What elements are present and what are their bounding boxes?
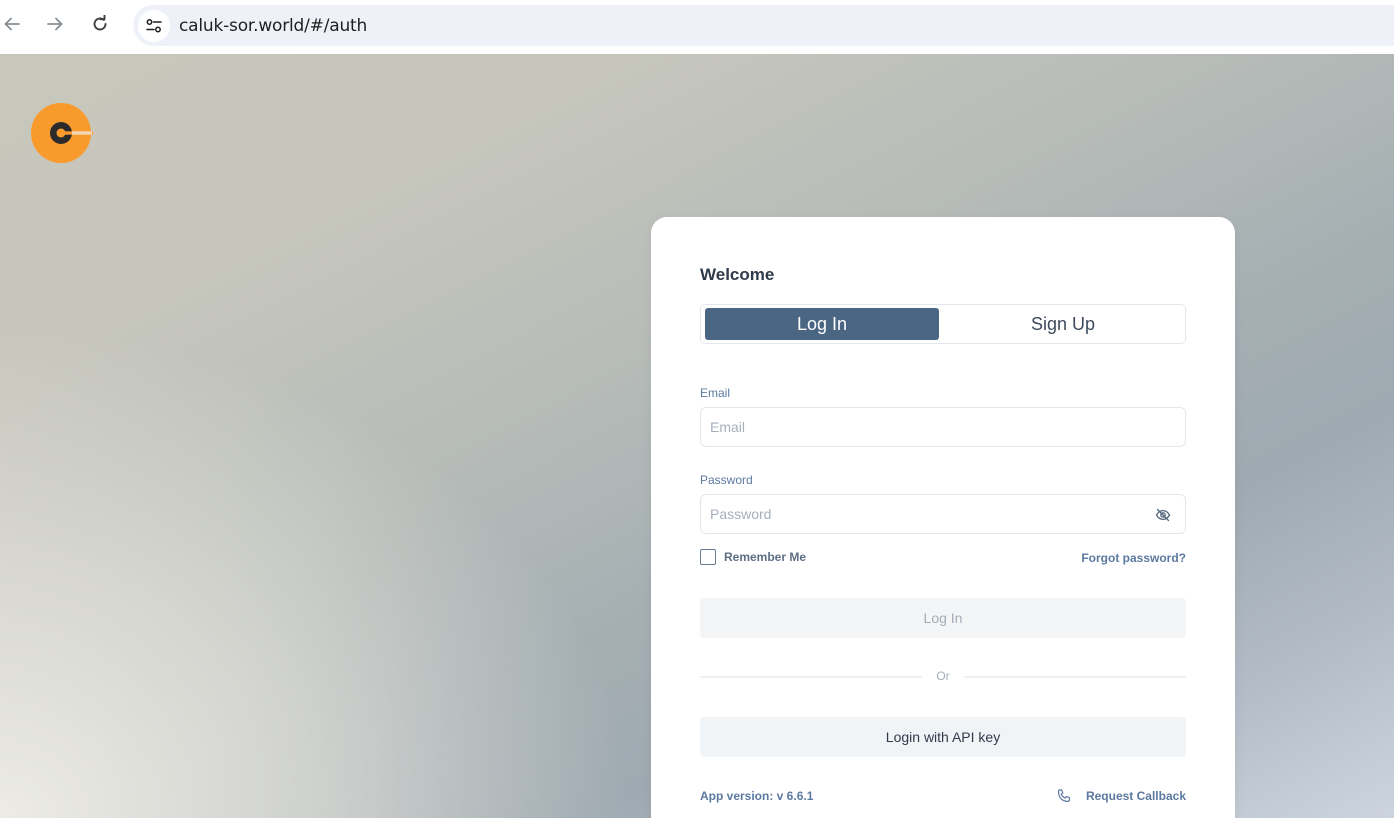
login-with-api-key-button[interactable]: Login with API key <box>700 717 1186 757</box>
remember-me-checkbox[interactable] <box>700 549 716 565</box>
tab-sign-up[interactable]: Sign Up <box>943 308 1183 340</box>
site-settings-button[interactable] <box>138 9 170 42</box>
back-button[interactable] <box>0 8 28 40</box>
log-in-button[interactable]: Log In <box>700 598 1186 638</box>
eye-off-icon[interactable] <box>1155 507 1171 523</box>
password-field[interactable]: Password <box>700 494 1186 534</box>
remember-me-label: Remember Me <box>724 550 807 564</box>
forward-button[interactable] <box>39 8 71 40</box>
app-version: App version: v 6.6.1 <box>700 789 814 803</box>
remember-me[interactable]: Remember Me <box>700 549 806 565</box>
password-placeholder: Password <box>710 506 772 522</box>
login-card: Welcome Log In Sign Up Email Email Passw… <box>651 217 1235 818</box>
back-arrow-icon <box>4 17 20 31</box>
phone-icon <box>1057 789 1071 803</box>
or-divider: Or <box>700 667 1186 687</box>
browser-toolbar: caluk-sor.world/#/auth <box>0 0 1394 54</box>
password-label: Password <box>700 473 753 487</box>
brand-logo <box>31 103 93 163</box>
request-callback-link[interactable]: Request Callback <box>1056 788 1186 804</box>
url-text[interactable]: caluk-sor.world/#/auth <box>179 16 367 36</box>
email-label: Email <box>700 386 731 400</box>
reload-icon <box>93 15 107 31</box>
email-placeholder: Email <box>710 419 746 435</box>
request-callback-label: Request Callback <box>1085 789 1186 803</box>
forgot-password-link[interactable]: Forgot password? <box>1081 551 1186 565</box>
site-settings-icon <box>146 18 162 32</box>
address-bar[interactable]: caluk-sor.world/#/auth <box>133 5 1394 46</box>
divider-line-right <box>964 676 1186 678</box>
email-field[interactable]: Email <box>700 407 1186 447</box>
page-title: Welcome <box>700 265 775 284</box>
tab-log-in[interactable]: Log In <box>705 308 939 340</box>
auth-page: Welcome Log In Sign Up Email Email Passw… <box>0 54 1394 818</box>
auth-tabs: Log In Sign Up <box>700 304 1186 344</box>
forward-arrow-icon <box>47 17 63 31</box>
reload-button[interactable] <box>84 8 116 40</box>
